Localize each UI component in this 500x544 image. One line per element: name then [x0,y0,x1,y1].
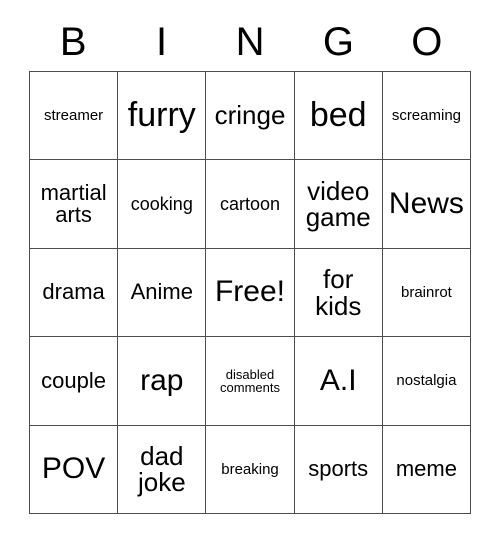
bingo-cell[interactable]: disabled comments [206,337,295,426]
bingo-cell[interactable]: bed [294,72,383,161]
bingo-cell-label: screaming [391,107,462,125]
bingo-cell[interactable]: couple [30,337,119,426]
bingo-cell[interactable]: furry [118,72,207,161]
bingo-cell[interactable]: POV [30,425,119,515]
bingo-cell[interactable]: streamer [30,72,119,161]
bingo-cell-label: video game [305,175,371,233]
bingo-cell-label: drama [42,279,105,305]
bingo-cell-label: nostalgia [396,372,457,390]
bingo-cell[interactable]: cooking [118,160,207,249]
bingo-row: POV dad joke breaking sports meme [30,425,472,515]
bingo-card: B I N G O streamer furry cringe bed scre… [0,0,500,544]
bingo-cell[interactable]: martial arts [30,160,119,249]
bingo-grid: streamer furry cringe bed screaming mart… [29,71,472,515]
bingo-cell[interactable]: brainrot [382,248,472,338]
bingo-header-letter-i: I [156,20,168,64]
bingo-cell-label: bed [309,96,367,135]
bingo-cell-label: disabled comments [220,366,280,395]
bingo-cell-label: martial arts [40,179,107,228]
bingo-free-space-cell[interactable]: Free! [206,248,295,338]
bingo-cell[interactable]: meme [382,425,472,515]
bingo-cell[interactable]: video game [294,160,383,249]
bingo-cell-label: streamer [44,107,104,125]
bingo-cell-label: A.I [319,363,357,397]
bingo-cell-label: cartoon [219,193,281,214]
bingo-cell-label: meme [395,456,457,482]
bingo-cell-label: cringe [214,100,286,131]
bingo-cell-label: dad joke [137,440,186,498]
bingo-row: streamer furry cringe bed screaming [30,72,472,161]
bingo-cell-label: cooking [130,193,193,214]
bingo-free-space-label: Free! [214,275,286,309]
bingo-cell[interactable]: drama [30,248,119,338]
bingo-cell[interactable]: for kids [294,248,383,338]
bingo-row: martial arts cooking cartoon video game … [30,160,472,249]
bingo-cell-label: couple [41,367,107,393]
bingo-cell[interactable]: A.I [294,337,383,426]
bingo-row: drama Anime Free! for kids brainrot [30,248,472,338]
bingo-cell-label: News [388,186,464,220]
bingo-header-letter-n: N [235,20,265,64]
bingo-cell[interactable]: screaming [382,72,472,161]
bingo-cell[interactable]: cringe [206,72,295,161]
bingo-cell[interactable]: rap [118,337,207,426]
bingo-cell[interactable]: sports [294,425,383,515]
bingo-header-row: B I N G O [29,13,471,71]
bingo-cell[interactable]: breaking [206,425,295,515]
bingo-row: couple rap disabled comments A.I nostalg… [30,337,472,426]
bingo-header-letter-b: B [59,20,87,64]
bingo-cell-label: rap [140,363,184,397]
bingo-cell[interactable]: cartoon [206,160,295,249]
bingo-cell-label: brainrot [400,283,452,301]
bingo-cell[interactable]: dad joke [118,425,207,515]
bingo-cell-label: Anime [130,279,193,305]
bingo-cell[interactable]: nostalgia [382,337,472,426]
bingo-cell[interactable]: Anime [118,248,207,338]
bingo-cell-label: breaking [221,460,279,478]
bingo-cell-label: sports [308,456,369,482]
bingo-cell-label: furry [127,96,196,135]
bingo-cell[interactable]: News [382,160,472,249]
bingo-cell-label: for kids [315,264,362,321]
bingo-header-letter-g: G [322,20,354,64]
bingo-header-letter-o: O [411,20,443,64]
bingo-cell-label: POV [41,452,106,486]
